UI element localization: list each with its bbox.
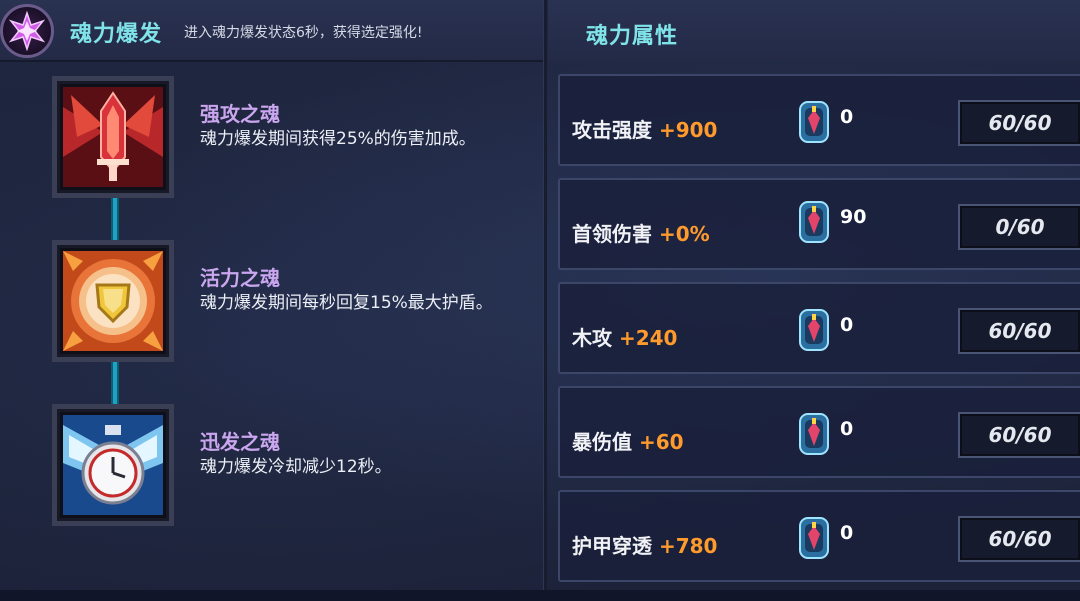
attributes-header: 魂力属性: [548, 0, 1080, 62]
soul-description: 魂力爆发期间每秒回复15%最大护盾。: [200, 293, 493, 313]
attribute-bonus: +900: [658, 118, 718, 142]
soul-name: 强攻之魂: [200, 102, 280, 126]
attribute-row-attack-power[interactable]: 攻击强度 +900 0 60/60: [558, 74, 1080, 166]
golden-shield-icon: [52, 240, 174, 362]
winged-sword-icon: [52, 76, 174, 198]
attribute-label: 首领伤害 +0%: [572, 218, 710, 247]
attribute-label: 暴伤值 +60: [572, 426, 684, 455]
attribute-label: 护甲穿透 +780: [572, 530, 717, 559]
attribute-row-armor-penetration[interactable]: 护甲穿透 +780 0 60/60: [558, 490, 1080, 582]
gem-count: 90: [840, 206, 867, 228]
attribute-label: 木攻 +240: [572, 322, 677, 351]
burst-title: 魂力爆发: [70, 22, 163, 47]
soul-name: 迅发之魂: [200, 430, 280, 454]
attribute-name: 护甲穿透: [572, 534, 652, 558]
gem-count: 0: [840, 522, 854, 544]
winged-clock-icon: [52, 404, 174, 526]
soul-item-swift[interactable]: 迅发之魂 魂力爆发冷却减少12秒。: [52, 404, 532, 534]
attribute-level[interactable]: 60/60: [958, 412, 1080, 458]
attribute-level[interactable]: 0/60: [958, 204, 1080, 250]
attribute-bonus: +0%: [658, 222, 710, 246]
soul-item-strong-attack[interactable]: 强攻之魂 魂力爆发期间获得25%的伤害加成。: [52, 76, 532, 206]
soul-gem-icon: [796, 516, 832, 560]
gem-count: 0: [840, 314, 854, 336]
burst-header: 魂力爆发 进入魂力爆发状态6秒，获得选定强化!: [0, 0, 545, 62]
attribute-bonus: +60: [638, 430, 684, 454]
attribute-name: 暴伤值: [572, 430, 632, 454]
attributes-title: 魂力属性: [586, 24, 679, 49]
attribute-name: 首领伤害: [572, 222, 652, 246]
panel-divider: [543, 0, 547, 601]
soul-gem-icon: [796, 200, 832, 244]
soul-gem-icon: [796, 308, 832, 352]
burst-subtitle: 进入魂力爆发状态6秒，获得选定强化!: [184, 25, 423, 41]
attribute-level[interactable]: 60/60: [958, 308, 1080, 354]
attribute-bonus: +780: [658, 534, 718, 558]
gem-count: 0: [840, 106, 854, 128]
bottom-bar: [0, 590, 1080, 601]
gem-count: 0: [840, 418, 854, 440]
attribute-row-crit-damage[interactable]: 暴伤值 +60 0 60/60: [558, 386, 1080, 478]
attribute-level[interactable]: 60/60: [958, 516, 1080, 562]
soul-name: 活力之魂: [200, 266, 280, 290]
attribute-level[interactable]: 60/60: [958, 100, 1080, 146]
attribute-name: 攻击强度: [572, 118, 652, 142]
soul-description: 魂力爆发期间获得25%的伤害加成。: [200, 129, 476, 149]
burst-emblem-icon: [0, 4, 54, 58]
soul-burst-screen: 魂力爆发 进入魂力爆发状态6秒，获得选定强化! 强攻之魂 魂力爆发期间获得25%…: [0, 0, 1080, 601]
attribute-name: 木攻: [572, 326, 612, 350]
soul-item-vitality[interactable]: 活力之魂 魂力爆发期间每秒回复15%最大护盾。: [52, 240, 532, 370]
soul-gem-icon: [796, 412, 832, 456]
soul-description: 魂力爆发冷却减少12秒。: [200, 457, 392, 477]
attribute-row-boss-damage[interactable]: 首领伤害 +0% 90 0/60: [558, 178, 1080, 270]
soul-gem-icon: [796, 100, 832, 144]
attribute-row-wood-attack[interactable]: 木攻 +240 0 60/60: [558, 282, 1080, 374]
attribute-label: 攻击强度 +900: [572, 114, 717, 143]
attribute-bonus: +240: [618, 326, 678, 350]
